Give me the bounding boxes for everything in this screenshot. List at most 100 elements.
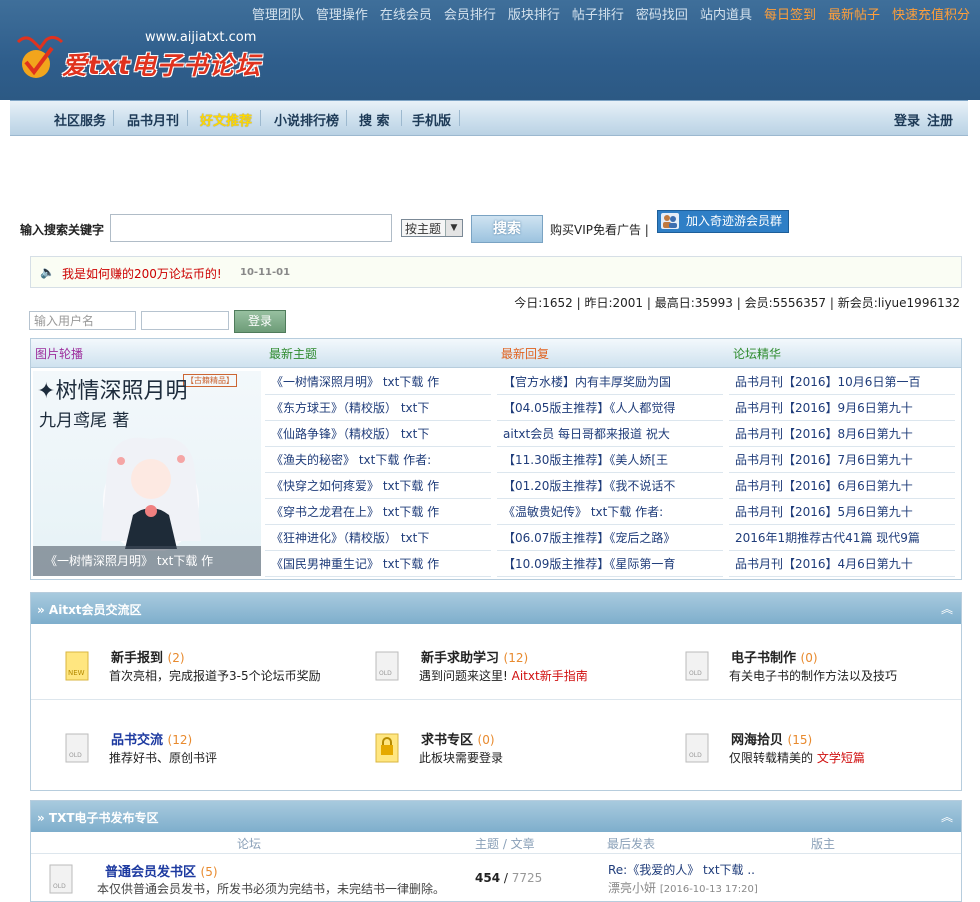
portal-block: 图片轮播 最新主题 最新回复 论坛精华 【古籍精品】 ✦树情深照月明 九月鸢尾 …: [30, 338, 962, 580]
top-link[interactable]: 密码找回: [636, 8, 688, 23]
forum-name[interactable]: 新手报到 (2): [111, 647, 185, 666]
digest-item[interactable]: 品书月刊【2016】10月6日第一百: [729, 369, 955, 395]
register-link[interactable]: 注册: [927, 110, 953, 129]
top-link[interactable]: 管理操作: [316, 8, 368, 23]
nav-search[interactable]: 搜 索: [359, 110, 390, 129]
digest-item[interactable]: 品书月刊【2016】4月6日第九十: [729, 551, 955, 577]
svg-text:OLD: OLD: [379, 670, 392, 677]
speaker-icon: 🔈: [40, 265, 55, 279]
latest-topic-item[interactable]: 《仙路争锋》（精校版） txt下: [265, 421, 491, 447]
last-post-link[interactable]: Re:《我爱的人》 txt下载 ..: [608, 861, 755, 878]
search-button[interactable]: 搜索: [471, 215, 543, 243]
top-link[interactable]: 最新帖子: [828, 8, 880, 23]
vip-link[interactable]: 购买VIP免看广告 |: [550, 221, 649, 238]
nav-divider: [113, 110, 114, 126]
top-link[interactable]: 帖子排行: [572, 8, 624, 23]
forum-name[interactable]: 网海拾贝 (15): [731, 729, 812, 748]
latest-topic-item[interactable]: 《穿书之龙君在上》 txt下载 作: [265, 499, 491, 525]
username-input[interactable]: 输入用户名: [29, 311, 136, 330]
search-input[interactable]: [110, 214, 392, 242]
forum-counts: 454 / 7725: [475, 871, 543, 885]
col-title-digest: 论坛精华: [733, 347, 782, 361]
latest-reply-item[interactable]: 【01.20版主推荐】《我不说话不: [497, 473, 723, 499]
logo-heart-icon: [16, 35, 64, 78]
latest-reply-item[interactable]: 《温敏贵妃传》 txt下载 作者:: [497, 499, 723, 525]
col-title-latest-topics: 最新主题: [269, 347, 318, 361]
digest-item[interactable]: 品书月刊【2016】5月6日第九十: [729, 499, 955, 525]
join-group-button[interactable]: 加入奇迹游会员群: [657, 210, 789, 233]
new-folder-icon: NEW: [65, 651, 89, 681]
latest-topic-item[interactable]: 《一树情深照月明》 txt下载 作: [265, 369, 491, 395]
folder-icon: OLD: [375, 651, 399, 681]
top-link[interactable]: 会员排行: [444, 8, 496, 23]
slideshow-image[interactable]: 【古籍精品】 ✦树情深照月明 九月鸢尾 著 《一树情深照月明》 txt下载 作: [33, 371, 261, 576]
nav-ranking[interactable]: 小说排行榜: [274, 110, 339, 129]
nav-monthly[interactable]: 品书月刊: [127, 110, 179, 129]
latest-topic-item[interactable]: 《东方球王》（精校版） txt下: [265, 395, 491, 421]
announcement-date: 10-11-01: [240, 267, 291, 278]
folder-icon: OLD: [685, 733, 709, 763]
announcement-link[interactable]: 我是如何赚的200万论坛币的!: [62, 265, 222, 282]
nav-recommend[interactable]: 好文推荐: [200, 110, 252, 129]
latest-topic-item[interactable]: 《国民男神重生记》 txt下载 作: [265, 551, 491, 577]
nav-divider: [346, 110, 347, 126]
latest-topic-item[interactable]: 《狂神进化》（精校版） txt下: [265, 525, 491, 551]
collapse-icon[interactable]: ︽: [941, 600, 953, 617]
svg-text:OLD: OLD: [689, 670, 702, 677]
top-link[interactable]: 快速充值积分: [892, 8, 970, 23]
logo-url: www.aijiatxt.com: [145, 30, 257, 45]
latest-reply-item[interactable]: aitxt会员 每日哥都来报道 祝大: [497, 421, 723, 447]
latest-reply-item[interactable]: 【10.09版主推荐】《星际第一育: [497, 551, 723, 577]
col-header-moderator: 版主: [811, 837, 836, 851]
top-links: 管理团队 管理操作 在线会员 会员排行 版块排行 帖子排行 密码找回 站内道具 每日签到 最新帖子…: [240, 4, 970, 23]
nav-divider: [401, 110, 402, 126]
forum-name[interactable]: 新手求助学习 (12): [421, 647, 528, 666]
top-link[interactable]: 站内道具: [700, 8, 752, 23]
slide-caption[interactable]: 《一树情深照月明》 txt下载 作: [33, 546, 261, 576]
folder-icon: OLD: [49, 864, 73, 894]
forum-name[interactable]: 电子书制作 (0): [731, 647, 818, 666]
logo-text[interactable]: 爱txt电子书论坛: [62, 46, 261, 82]
nav-mobile[interactable]: 手机版: [412, 110, 451, 129]
latest-reply-item[interactable]: 【11.30版主推荐】《美人娇[王: [497, 447, 723, 473]
top-link[interactable]: 在线会员: [380, 8, 432, 23]
search-type-select[interactable]: 按主题 ▼: [401, 219, 463, 237]
section-title[interactable]: » Aitxt会员交流区: [37, 601, 142, 618]
section-txt-release: » TXT电子书发布专区 ︽ 论坛 主题 / 文章 最后发表 版主 OLD 普通…: [30, 800, 962, 902]
forum-name[interactable]: 求书专区 (0): [421, 729, 495, 748]
collapse-icon[interactable]: ︽: [941, 808, 953, 825]
login-button[interactable]: 登录: [234, 310, 286, 333]
search-label: 输入搜索关键字: [20, 223, 105, 237]
portal-header: 图片轮播 最新主题 最新回复 论坛精华: [31, 339, 961, 368]
forum-name-general-release[interactable]: 普通会员发书区 (5): [105, 861, 218, 880]
forum-stats: 今日:1652 | 昨日:2001 | 最高日:35993 | 会员:55563…: [514, 296, 960, 310]
top-link[interactable]: 每日签到: [764, 8, 816, 23]
latest-reply-item[interactable]: 【官方水楼】内有丰厚奖励为国: [497, 369, 723, 395]
svg-text:OLD: OLD: [53, 883, 66, 890]
section-header: » TXT电子书发布专区 ︽: [31, 801, 961, 832]
forum-name[interactable]: 品书交流 (12): [111, 729, 192, 748]
digest-item[interactable]: 品书月刊【2016】9月6日第九十: [729, 395, 955, 421]
nav-community[interactable]: 社区服务: [54, 110, 106, 129]
top-link[interactable]: 管理团队: [252, 8, 304, 23]
nav-divider: [260, 110, 261, 126]
digest-item[interactable]: 品书月刊【2016】8月6日第九十: [729, 421, 955, 447]
top-link[interactable]: 版块排行: [508, 8, 560, 23]
latest-reply-item[interactable]: 【04.05版主推荐】《人人都觉得: [497, 395, 723, 421]
latest-topic-item[interactable]: 《渔夫的秘密》 txt下载 作者:: [265, 447, 491, 473]
search-type-value: 按主题: [405, 222, 442, 236]
forum-description: 仅限转载精美的 文学短篇: [729, 751, 865, 765]
section-title[interactable]: » TXT电子书发布专区: [37, 809, 159, 826]
col-title-slides: 图片轮播: [35, 347, 84, 361]
section-header: » Aitxt会员交流区 ︽: [31, 593, 961, 624]
password-input[interactable]: [141, 311, 229, 330]
svg-text:NEW: NEW: [68, 669, 85, 677]
digest-item[interactable]: 品书月刊【2016】7月6日第九十: [729, 447, 955, 473]
last-post-meta: 漂亮小妍 [2016-10-13 17:20]: [608, 881, 758, 895]
latest-topic-item[interactable]: 《快穿之如何疼爱》 txt下载 作: [265, 473, 491, 499]
digest-item[interactable]: 2016年1期推荐古代41篇 现代9篇: [729, 525, 955, 551]
forum-description: 遇到问题来这里! Aitxt新手指南: [419, 669, 588, 683]
latest-reply-item[interactable]: 【06.07版主推荐】《宠后之路》: [497, 525, 723, 551]
digest-item[interactable]: 品书月刊【2016】6月6日第九十: [729, 473, 955, 499]
login-link[interactable]: 登录: [894, 110, 920, 129]
